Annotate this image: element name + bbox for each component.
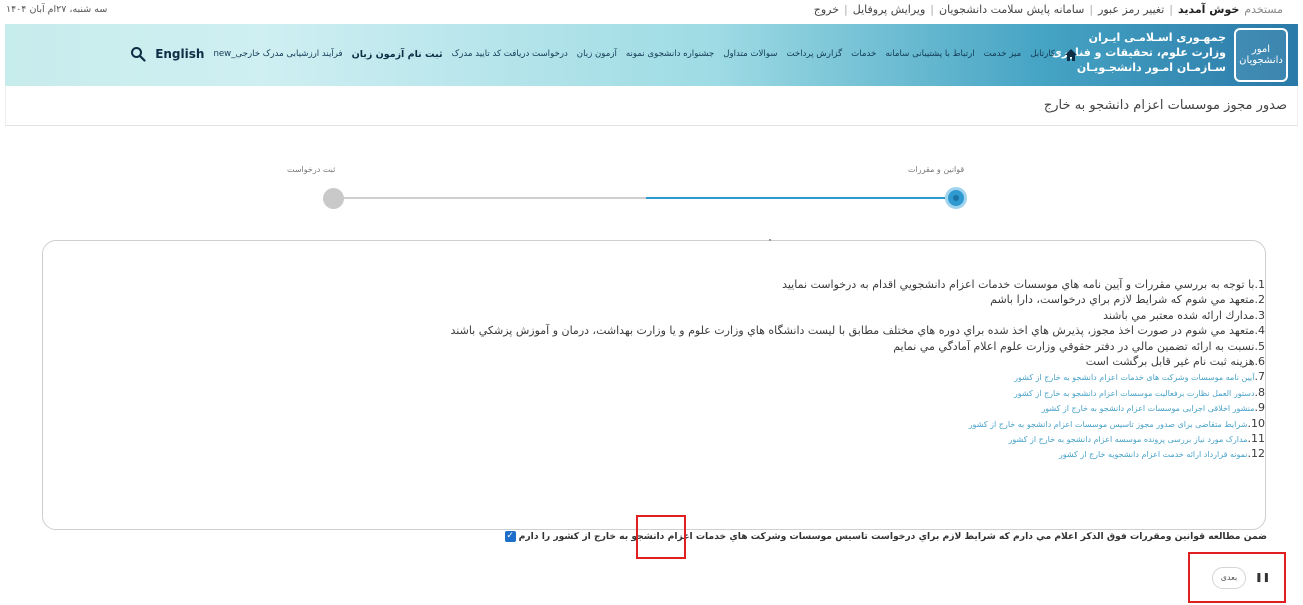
rule-number: 11. (1247, 431, 1266, 445)
logo-emblem[interactable]: امور دانشجویان (1234, 28, 1288, 82)
rule-link-text[interactable]: نمونه قرارداد ارائه خدمت اعزام دانشجویه … (1059, 450, 1248, 459)
rule-link-text[interactable]: دستور العمل نظارت برفعالیت موسسات اعزام … (1014, 389, 1255, 398)
search-icon[interactable] (130, 46, 146, 62)
nav-foreign-degree-evaluation[interactable]: فرآیند ارزشیابی مدرک خارجی_new (213, 49, 342, 59)
edit-profile-link[interactable]: ویرایش پروفایل (853, 3, 926, 16)
step-2-indicator (323, 188, 344, 209)
nav-language-test[interactable]: آزمون زبان (577, 49, 617, 59)
step-1-indicator (945, 187, 967, 209)
rule-link-item[interactable]: 7.آیین نامه موسسات وشرکت های خدمات اعزام… (451, 369, 1265, 384)
logo-line-1: جمهـوری اسـلامـی ایـران (1088, 31, 1226, 44)
english-language-link[interactable]: English (155, 47, 204, 61)
current-date: سه شنبه، ۲۷ام آبان ۱۴۰۴ (6, 4, 108, 15)
logo-line-3: سـازمـان امـور دانشجـویـان (1076, 61, 1226, 74)
rule-text: نسبت به ارائه تضمين مالي در دفتر حقوقي و… (893, 339, 1255, 353)
rule-number: 3. (1254, 308, 1266, 322)
nav-language-test-registration[interactable]: ثبت نام آزمون زبان (352, 49, 443, 60)
rule-number: 2. (1254, 293, 1266, 307)
rule-link-item[interactable]: 12.نمونه قرارداد ارائه خدمت اعزام دانشجو… (451, 446, 1265, 461)
divider: | (844, 3, 848, 16)
page-title-bar: صدور مجوز موسسات اعزام دانشجو به خارج (5, 86, 1298, 126)
rule-item: 1.با توجه به بررسي مقررات و آيين نامه ها… (451, 277, 1265, 292)
nav-service-desk[interactable]: میز خدمت (984, 49, 1022, 59)
rule-number: 4. (1254, 324, 1266, 338)
rule-link-item[interactable]: 10.شرایط متقاضی برای صدور مجوز تاسیس موس… (451, 416, 1265, 431)
rule-number: 1. (1254, 278, 1266, 291)
divider: | (1089, 3, 1094, 16)
rule-link-text[interactable]: شرایط متقاضی برای صدور مجوز تاسیس موسسات… (969, 420, 1248, 429)
rule-text: مدارك ارائه شده معتبر مي باشند (1103, 308, 1255, 322)
main-navigation: کارتابل میز خدمت ارتباط با پشتیبانی ساما… (130, 46, 1078, 62)
user-name: مستخدم (1244, 3, 1283, 16)
change-password-link[interactable]: تغییر رمز عبور (1098, 3, 1164, 16)
agreement-text: ضمن مطالعه قوانين ومقررات فوق الذكر اعلا… (518, 531, 1267, 542)
step-label-rules: قوانین و مقررات (908, 165, 965, 174)
rules-list: 1.با توجه به بررسي مقررات و آيين نامه ها… (451, 277, 1265, 462)
rule-item: 2.متعهد مي شوم كه شرايط لازم براي درخواس… (451, 292, 1265, 307)
rule-number: 9. (1254, 401, 1266, 415)
page-title: صدور مجوز موسسات اعزام دانشجو به خارج (1043, 98, 1287, 113)
agreement-row: ضمن مطالعه قوانين ومقررات فوق الذكر اعلا… (504, 531, 1267, 542)
nav-payment-report[interactable]: گزارش پرداخت (786, 49, 842, 59)
rule-number: 6. (1254, 354, 1266, 368)
rule-number: 10. (1247, 416, 1266, 430)
rule-number: 5. (1254, 339, 1266, 353)
rule-text: متعهد مي شوم در صورت اخذ مجوز، پذيرش هاي… (450, 324, 1255, 338)
divider: | (930, 3, 934, 16)
rule-text: هزينه ثبت نام غير قابل برگشت است (1085, 354, 1255, 368)
rule-link-item[interactable]: 11.مدارک مورد نیاز بررسی پرونده موسسه اع… (451, 431, 1265, 446)
rule-item: 4.متعهد مي شوم در صورت اخذ مجوز، پذيرش ه… (451, 323, 1265, 338)
step-label-submit: ثبت درخواست (287, 165, 336, 174)
nav-cartable[interactable]: کارتابل (1030, 49, 1055, 59)
rule-link-item[interactable]: 9.منشور اخلاقی اجرایی موسسات اعزام دانشج… (451, 400, 1265, 415)
checkbox-highlight-box (636, 515, 686, 559)
stepper-track (336, 197, 956, 199)
divider: | (1169, 3, 1174, 16)
home-icon[interactable] (1064, 47, 1078, 61)
nav-student-festival[interactable]: جشنواره دانشجوی نمونه (626, 49, 714, 59)
rule-text: با توجه به بررسي مقررات و آيين نامه هاي … (782, 278, 1255, 291)
nav-faq[interactable]: سوالات متداول (723, 49, 777, 59)
rule-text: متعهد مي شوم كه شرايط لازم براي درخواست،… (990, 293, 1255, 307)
account-links: مستخدم خوش آمدید | تغییر رمز عبور | ساما… (814, 3, 1283, 16)
nav-degree-verification[interactable]: درخواست دریافت کد تایید مدرک (452, 49, 568, 59)
stepper-progress (646, 197, 956, 199)
nav-services[interactable]: خدمات (851, 49, 876, 59)
rule-item: 5.نسبت به ارائه تضمين مالي در دفتر حقوقي… (451, 339, 1265, 354)
panel-marker (769, 239, 771, 241)
next-button-highlight-box (1188, 552, 1286, 603)
agreement-checkbox[interactable]: ✓ (504, 531, 516, 542)
rule-link-text[interactable]: مدارک مورد نیاز بررسی پرونده موسسه اعزام… (1008, 435, 1247, 444)
health-monitoring-link[interactable]: سامانه پایش سلامت دانشجویان (939, 3, 1084, 16)
logout-link[interactable]: خروج (814, 3, 839, 16)
rule-item: 3.مدارك ارائه شده معتبر مي باشند (451, 308, 1265, 323)
top-utility-bar: سه شنبه، ۲۷ام آبان ۱۴۰۴ مستخدم خوش آمدید… (0, 0, 1303, 24)
rule-link-text[interactable]: منشور اخلاقی اجرایی موسسات اعزام دانشجو … (1041, 404, 1254, 413)
header-banner: امور دانشجویان جمهـوری اسـلامـی ایـران و… (5, 24, 1298, 86)
rule-item: 6.هزينه ثبت نام غير قابل برگشت است (451, 354, 1265, 369)
rule-link-item[interactable]: 8.دستور العمل نظارت برفعالیت موسسات اعزا… (451, 385, 1265, 400)
rule-number: 7. (1254, 370, 1266, 384)
rule-number: 12. (1247, 447, 1266, 461)
nav-support[interactable]: ارتباط با پشتیبانی سامانه (885, 49, 974, 59)
rule-number: 8. (1254, 385, 1266, 399)
welcome-label: خوش آمدید (1178, 3, 1240, 16)
rule-link-text[interactable]: آیین نامه موسسات وشرکت های خدمات اعزام د… (1014, 373, 1254, 382)
